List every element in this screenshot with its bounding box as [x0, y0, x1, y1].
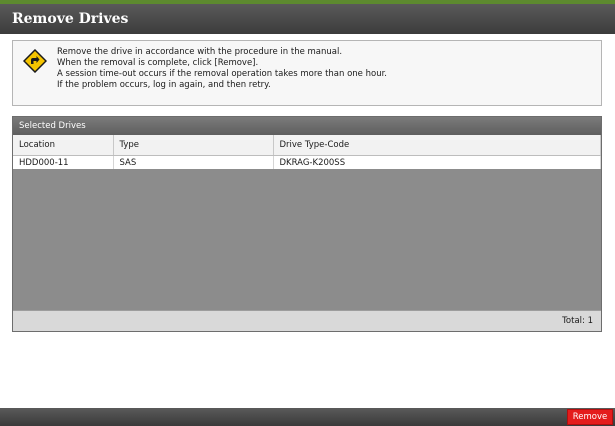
- message-line: A session time-out occurs if the removal…: [57, 69, 388, 79]
- dialog-button-bar: Remove: [0, 408, 615, 426]
- message-line: Remove the drive in accordance with the …: [57, 47, 343, 57]
- message-line: When the removal is complete, click [Rem…: [57, 58, 259, 68]
- table-header-row: Location Type Drive Type-Code: [13, 135, 601, 156]
- message-text: Remove the drive in accordance with the …: [57, 47, 387, 91]
- table-total: Total: 1: [13, 310, 601, 331]
- warning-diamond-icon: [23, 49, 47, 73]
- column-header-location[interactable]: Location: [13, 135, 114, 156]
- dialog-title: Remove Drives: [12, 11, 129, 27]
- message-line: If the problem occurs, log in again, and…: [57, 80, 271, 90]
- dialog-title-bar: Remove Drives: [0, 4, 615, 34]
- selected-drives-panel: Selected Drives Location Type Drive Type…: [12, 116, 602, 332]
- selected-drives-header: Selected Drives: [13, 117, 601, 135]
- cell-type: SAS: [113, 155, 274, 170]
- drives-table: Location Type Drive Type-Code HDD000-11 …: [13, 135, 601, 170]
- cell-drive-type-code: DKRAG-K200SS: [273, 155, 601, 170]
- cell-location: HDD000-11: [13, 155, 114, 170]
- remove-button[interactable]: Remove: [567, 409, 613, 425]
- message-box: Remove the drive in accordance with the …: [12, 40, 602, 106]
- column-header-drive-type-code[interactable]: Drive Type-Code: [273, 135, 601, 156]
- column-header-type[interactable]: Type: [113, 135, 274, 156]
- table-empty-area: [13, 169, 601, 311]
- table-row[interactable]: HDD000-11 SAS DKRAG-K200SS: [13, 155, 601, 170]
